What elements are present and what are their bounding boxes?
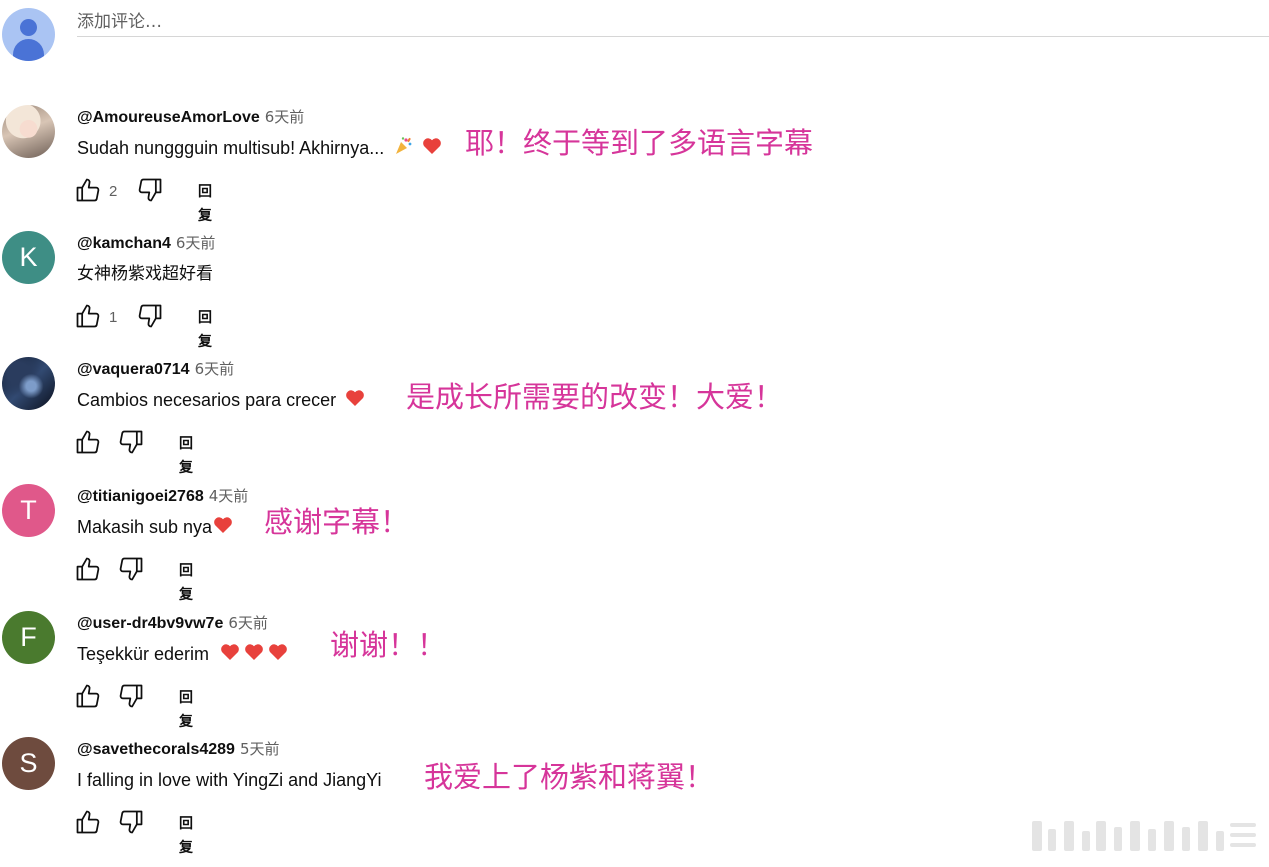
- like-button[interactable]: [74, 430, 102, 458]
- commenter-avatar[interactable]: K: [2, 231, 55, 284]
- red-heart-icon: [213, 516, 233, 542]
- comment-author-handle[interactable]: @user-dr4bv9vw7e: [77, 615, 223, 632]
- comment-timestamp[interactable]: 5天前: [240, 740, 280, 758]
- like-button[interactable]: [74, 810, 102, 838]
- thumbs-up-icon: [74, 682, 102, 714]
- comment-body: I falling in love with YingZi and JiangY…: [77, 767, 382, 793]
- dislike-button[interactable]: [136, 178, 164, 206]
- comment-text: Cambios necesarios para crecer: [77, 390, 337, 410]
- red-heart-icon: [268, 643, 288, 669]
- translation-overlay: 耶！终于等到了多语言字幕: [465, 126, 814, 160]
- commenter-avatar[interactable]: F: [2, 611, 55, 664]
- commenter-avatar[interactable]: [2, 357, 55, 410]
- comment-author-handle[interactable]: @vaquera0714: [77, 361, 190, 378]
- red-heart-icon: [244, 643, 264, 669]
- comment-header: @AmoureuseAmorLove 6天前: [77, 106, 304, 128]
- translation-overlay: 是成长所需要的改变！大爱！: [406, 380, 784, 414]
- comment-author-handle[interactable]: @kamchan4: [77, 235, 171, 252]
- comment-item: K @kamchan4 6天前 女神杨紫戏超好看 1 回复: [0, 231, 1269, 351]
- comment-timestamp[interactable]: 6天前: [228, 614, 268, 632]
- reply-button[interactable]: 回复: [179, 686, 193, 734]
- comment-body: Makasih sub nya: [77, 514, 233, 540]
- translation-overlay: 感谢字幕！: [264, 505, 410, 539]
- commenter-avatar[interactable]: S: [2, 737, 55, 790]
- dislike-button[interactable]: [117, 430, 145, 458]
- comment-header: @titianigoei2768 4天前: [77, 485, 248, 507]
- thumbs-up-icon: [74, 555, 102, 587]
- comment-item: @AmoureuseAmorLove 6天前 Sudah nunggguin mu…: [0, 105, 1269, 225]
- avatar-initial: K: [19, 242, 38, 272]
- thumbs-down-icon: [136, 176, 164, 208]
- comment-timestamp[interactable]: 6天前: [176, 234, 216, 252]
- comment-timestamp[interactable]: 6天前: [265, 108, 305, 126]
- comment-text: Sudah nunggguin multisub! Akhirnya...: [77, 138, 385, 158]
- reply-button[interactable]: 回复: [198, 306, 212, 354]
- comment-timestamp[interactable]: 4天前: [209, 487, 249, 505]
- reply-button[interactable]: 回复: [179, 432, 193, 480]
- comment-text: 女神杨紫戏超好看: [77, 264, 213, 284]
- comment-timestamp[interactable]: 6天前: [195, 360, 235, 378]
- thumbs-down-icon: [117, 808, 145, 840]
- avatar-initial: F: [20, 622, 37, 652]
- watermark-logo: [1032, 817, 1262, 855]
- current-user-avatar: [2, 8, 55, 61]
- comment-item: @vaquera0714 6天前 Cambios necesarios para …: [0, 357, 1269, 477]
- comment-text: Teşekkür ederim: [77, 644, 210, 664]
- comment-header: @vaquera0714 6天前: [77, 358, 234, 380]
- avatar-initial: S: [19, 748, 38, 778]
- like-button[interactable]: [74, 304, 102, 332]
- translation-overlay: 谢谢！！: [330, 628, 447, 662]
- comment-body: Cambios necesarios para crecer: [77, 387, 365, 413]
- like-button[interactable]: [74, 178, 102, 206]
- like-count: 2: [109, 183, 118, 200]
- like-button[interactable]: [74, 684, 102, 712]
- red-heart-icon: [345, 389, 365, 415]
- dislike-button[interactable]: [117, 684, 145, 712]
- user-silhouette-body: [13, 39, 44, 61]
- thumbs-up-icon: [74, 176, 102, 208]
- comment-body: Teşekkür ederim: [77, 641, 288, 667]
- red-heart-icon: [422, 137, 442, 163]
- comment-author-handle[interactable]: @AmoureuseAmorLove: [77, 109, 260, 126]
- comment-header: @savethecorals4289 5天前: [77, 738, 279, 760]
- reply-button[interactable]: 回复: [179, 812, 193, 860]
- thumbs-down-icon: [117, 682, 145, 714]
- user-silhouette-head: [20, 19, 37, 36]
- add-comment-bar: [0, 0, 1269, 70]
- dislike-button[interactable]: [117, 557, 145, 585]
- comment-body: Sudah nunggguin multisub! Akhirnya...: [77, 135, 442, 161]
- thumbs-up-icon: [74, 428, 102, 460]
- dislike-button[interactable]: [136, 304, 164, 332]
- comment-author-handle[interactable]: @savethecorals4289: [77, 741, 235, 758]
- like-count: 1: [109, 309, 118, 326]
- comment-body: 女神杨紫戏超好看: [77, 261, 213, 287]
- comment-text: I falling in love with YingZi and JiangY…: [77, 770, 382, 790]
- reply-button[interactable]: 回复: [179, 559, 193, 607]
- commenter-avatar[interactable]: T: [2, 484, 55, 537]
- comment-item: T @titianigoei2768 4天前 Makasih sub nya 感谢…: [0, 484, 1269, 604]
- avatar-initial: T: [20, 495, 37, 525]
- party-popper-icon: [393, 136, 413, 164]
- comment-header: @user-dr4bv9vw7e 6天前: [77, 612, 268, 634]
- thumbs-up-icon: [74, 808, 102, 840]
- comment-header: @kamchan4 6天前: [77, 232, 215, 254]
- thumbs-down-icon: [136, 302, 164, 334]
- reply-button[interactable]: 回复: [198, 180, 212, 228]
- thumbs-down-icon: [117, 428, 145, 460]
- red-heart-icon: [220, 643, 240, 669]
- thumbs-up-icon: [74, 302, 102, 334]
- comment-item: F @user-dr4bv9vw7e 6天前 Teşekkür ederim 谢谢…: [0, 611, 1269, 731]
- comment-text: Makasih sub nya: [77, 517, 213, 537]
- dislike-button[interactable]: [117, 810, 145, 838]
- thumbs-down-icon: [117, 555, 145, 587]
- like-button[interactable]: [74, 557, 102, 585]
- commenter-avatar[interactable]: [2, 105, 55, 158]
- add-comment-input[interactable]: [77, 8, 1269, 37]
- comment-author-handle[interactable]: @titianigoei2768: [77, 488, 204, 505]
- translation-overlay: 我爱上了杨紫和蒋翼！: [424, 760, 715, 794]
